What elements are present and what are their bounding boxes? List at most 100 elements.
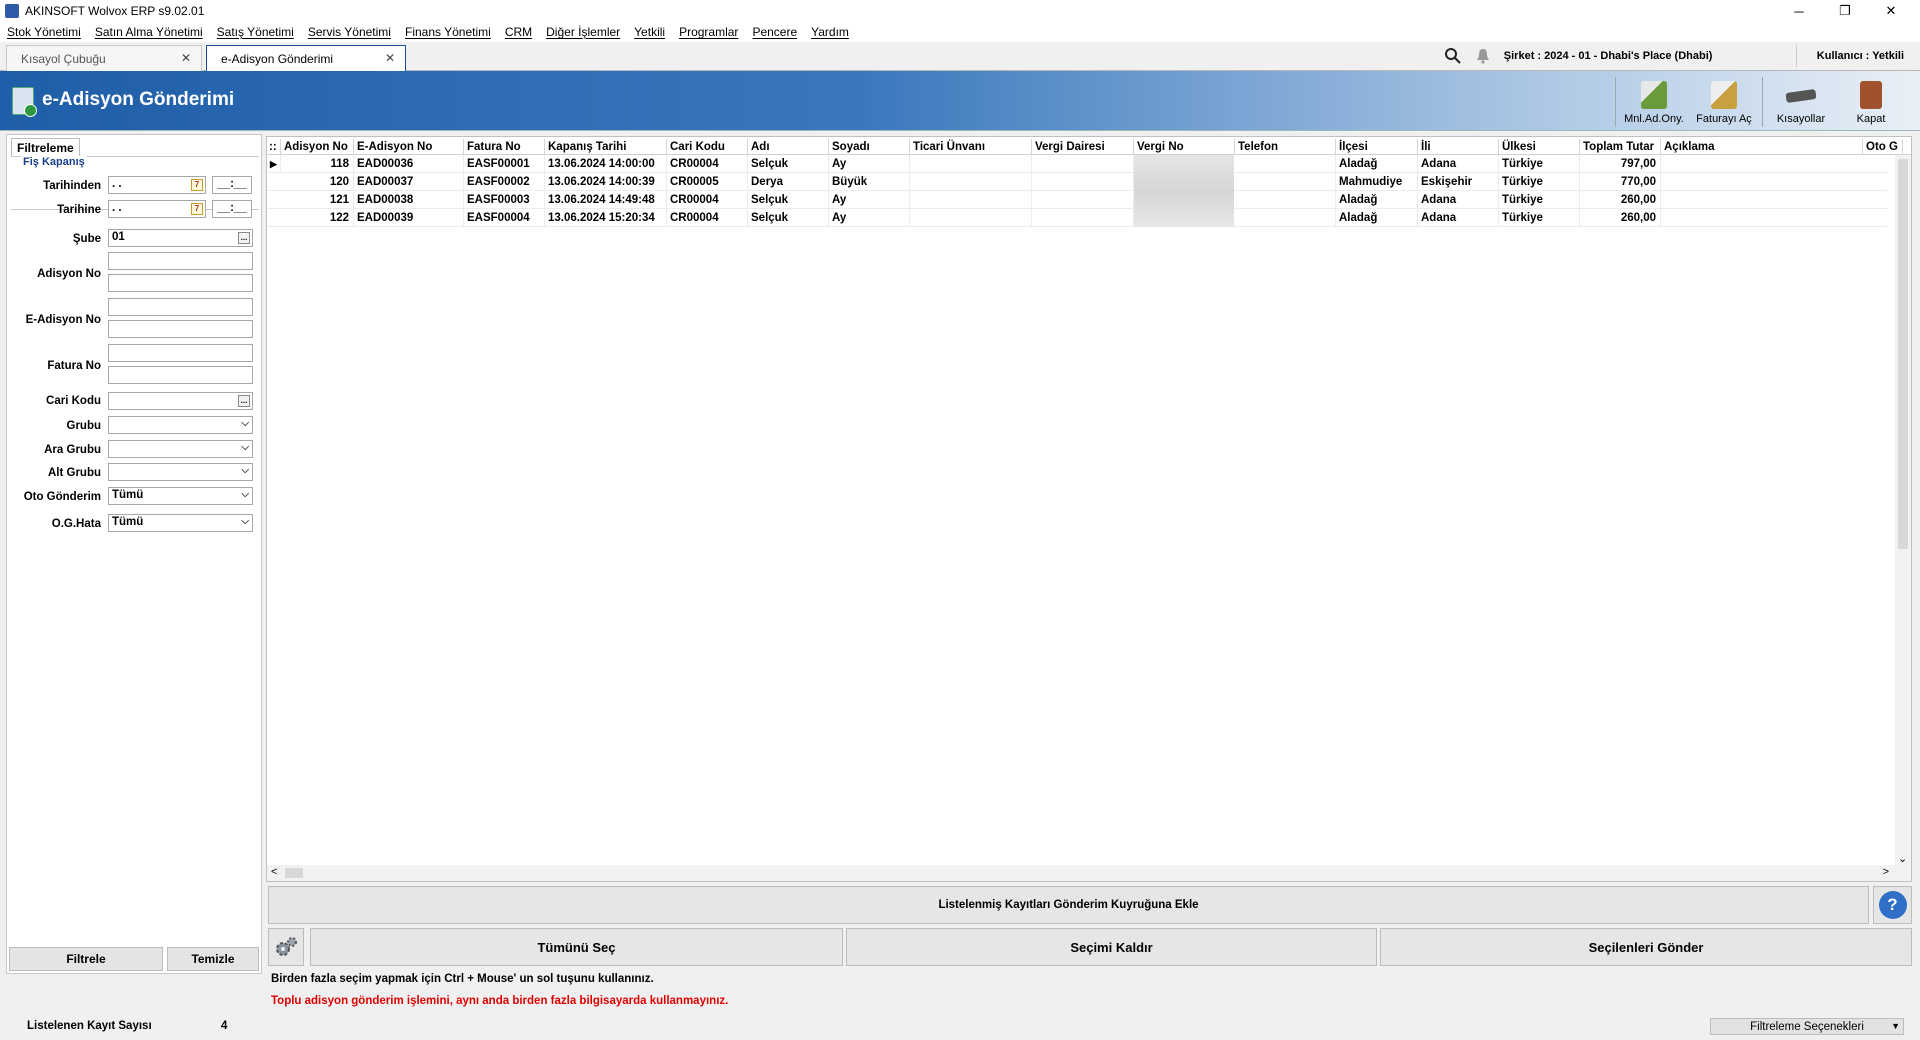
column-header[interactable]: Soyadı: [829, 139, 910, 155]
menu-servis[interactable]: Servis Yönetimi: [308, 25, 391, 39]
from-date-input[interactable]: . . 7: [108, 176, 206, 194]
grubu-select[interactable]: ⌵: [108, 416, 253, 434]
scroll-down-icon[interactable]: ⌄: [1898, 852, 1907, 865]
menu-programlar[interactable]: Programlar: [679, 25, 738, 39]
column-header[interactable]: Ülkesi: [1499, 139, 1580, 155]
column-header[interactable]: Oto G: [1863, 139, 1903, 155]
column-header[interactable]: İlçesi: [1336, 139, 1418, 155]
vertical-scrollbar[interactable]: ⌄: [1895, 155, 1911, 865]
data-grid[interactable]: :: Adisyon No E-Adisyon No Fatura No Kap…: [266, 136, 1912, 882]
calendar-icon[interactable]: 7: [191, 179, 203, 191]
column-header[interactable]: İli: [1418, 139, 1499, 155]
settings-button[interactable]: [268, 928, 304, 966]
fatura-no-to[interactable]: [108, 366, 253, 384]
cell-e-adisyon-no: EAD00036: [354, 155, 464, 173]
cell-soyadi: Ay: [829, 155, 910, 173]
tab-kisayol[interactable]: Kısayol Çubuğu ✕: [6, 45, 202, 71]
restore-button[interactable]: ❐: [1822, 0, 1868, 22]
chevron-down-icon: ⌵: [241, 516, 249, 527]
menu-crm[interactable]: CRM: [505, 25, 532, 39]
table-row[interactable]: 120 EAD00037 EASF00002 13.06.2024 14:00:…: [267, 173, 1887, 191]
from-time-input[interactable]: __:__: [212, 176, 252, 194]
column-header[interactable]: Adı: [748, 139, 829, 155]
ara-grubu-select[interactable]: ⌵: [108, 440, 253, 458]
scroll-left-icon[interactable]: <: [271, 866, 277, 878]
og-hata-value: Tümü: [112, 516, 144, 528]
e-adisyon-no-label: E-Adisyon No: [25, 314, 101, 326]
send-selected-button[interactable]: Seçilenleri Gönder: [1380, 928, 1912, 966]
ellipsis-icon[interactable]: ...: [238, 232, 250, 244]
menu-finans[interactable]: Finans Yönetimi: [405, 25, 491, 39]
scroll-right-icon[interactable]: >: [1883, 866, 1889, 878]
menu-diger[interactable]: Diğer İşlemler: [546, 25, 620, 39]
horizontal-scrollbar[interactable]: < >: [267, 865, 1911, 881]
table-row[interactable]: ▶ 118 EAD00036 EASF00001 13.06.2024 14:0…: [267, 155, 1887, 173]
cari-kodu-input[interactable]: ...: [108, 392, 253, 410]
column-header[interactable]: Kapanış Tarihi: [545, 139, 667, 155]
menu-satin-alma[interactable]: Satın Alma Yönetimi: [95, 25, 203, 39]
filter-options-dropdown[interactable]: Filtreleme Seçenekleri ▼: [1710, 1018, 1904, 1035]
to-time-input[interactable]: __:__: [212, 200, 252, 218]
column-header[interactable]: Ticari Ünvanı: [910, 139, 1032, 155]
calendar-icon[interactable]: 7: [191, 203, 203, 215]
column-header[interactable]: Toplam Tutar: [1580, 139, 1661, 155]
adisyon-no-from[interactable]: [108, 252, 253, 270]
tab-kisayol-label: Kısayol Çubuğu: [21, 52, 106, 66]
e-adisyon-no-to[interactable]: [108, 320, 253, 338]
fatura-no-label: Fatura No: [47, 360, 101, 372]
filter-tab[interactable]: Filtreleme: [11, 138, 80, 157]
cell-vergi-dairesi: [1032, 155, 1134, 173]
menu-satis[interactable]: Satış Yönetimi: [217, 25, 294, 39]
tab-close-icon[interactable]: ✕: [385, 51, 395, 65]
alt-grubu-select[interactable]: ⌵: [108, 463, 253, 481]
oto-gonderim-select[interactable]: Tümü ⌵: [108, 487, 253, 505]
menu-stok[interactable]: Stok Yönetimi: [7, 25, 81, 39]
oto-gonderim-label: Oto Gönderim: [23, 491, 101, 503]
column-header[interactable]: Vergi No: [1134, 139, 1235, 155]
column-header[interactable]: Adisyon No: [281, 139, 354, 155]
tab-e-adisyon[interactable]: e-Adisyon Gönderimi ✕: [206, 45, 406, 72]
ellipsis-icon[interactable]: ...: [238, 395, 250, 407]
cell-vergi-dairesi: [1032, 209, 1134, 227]
fatura-no-from[interactable]: [108, 344, 253, 362]
cell-adisyon-no: 118: [281, 155, 354, 173]
search-icon[interactable]: [1444, 47, 1462, 65]
add-to-queue-button[interactable]: Listelenmiş Kayıtları Gönderim Kuyruğuna…: [268, 886, 1869, 924]
clear-button[interactable]: Temizle: [167, 947, 259, 971]
minimize-button[interactable]: ─: [1776, 0, 1822, 22]
deselect-button[interactable]: Seçimi Kaldır: [846, 928, 1377, 966]
column-header[interactable]: Açıklama: [1661, 139, 1863, 155]
column-header[interactable]: Telefon: [1235, 139, 1336, 155]
filter-button[interactable]: Filtrele: [9, 947, 163, 971]
adisyon-no-to[interactable]: [108, 274, 253, 292]
shortcuts-button[interactable]: Kısayollar: [1766, 75, 1836, 129]
scroll-thumb[interactable]: [1898, 159, 1908, 549]
menu-pencere[interactable]: Pencere: [752, 25, 797, 39]
scroll-thumb[interactable]: [285, 868, 303, 878]
open-invoice-button[interactable]: Faturayı Aç: [1689, 75, 1759, 129]
grubu-label: Grubu: [66, 420, 102, 432]
table-row[interactable]: 121 EAD00038 EASF00003 13.06.2024 14:49:…: [267, 191, 1887, 209]
e-adisyon-no-from[interactable]: [108, 298, 253, 316]
menu-yetkili[interactable]: Yetkili: [634, 25, 665, 39]
table-row[interactable]: 122 EAD00039 EASF00004 13.06.2024 15:20:…: [267, 209, 1887, 227]
column-header[interactable]: Vergi Dairesi: [1032, 139, 1134, 155]
og-hata-label: O.G.Hata: [51, 518, 101, 530]
close-page-button[interactable]: Kapat: [1836, 75, 1906, 129]
og-hata-select[interactable]: Tümü ⌵: [108, 514, 253, 532]
column-header[interactable]: Fatura No: [464, 139, 545, 155]
branch-input[interactable]: 01...: [108, 229, 253, 247]
chevron-down-icon: ⌵: [241, 418, 249, 429]
column-header[interactable]: E-Adisyon No: [354, 139, 464, 155]
cell-ilce: Aladağ: [1336, 209, 1418, 227]
menu-yardim[interactable]: Yardım: [811, 25, 849, 39]
cell-adisyon-no: 120: [281, 173, 354, 191]
help-button[interactable]: ?: [1873, 886, 1912, 924]
column-header[interactable]: Cari Kodu: [667, 139, 748, 155]
to-date-input[interactable]: . . 7: [108, 200, 206, 218]
manual-approve-button[interactable]: Mnl.Ad.Ony.: [1619, 75, 1689, 129]
bell-icon[interactable]: [1476, 48, 1490, 64]
select-all-button[interactable]: Tümünü Seç: [310, 928, 843, 966]
close-window-button[interactable]: ✕: [1868, 0, 1914, 22]
tab-close-icon[interactable]: ✕: [181, 51, 191, 65]
